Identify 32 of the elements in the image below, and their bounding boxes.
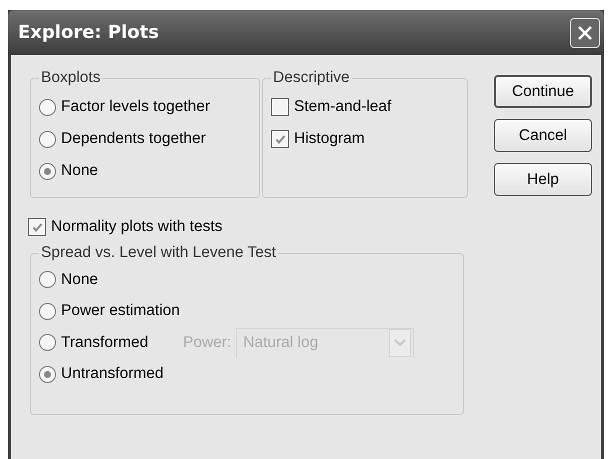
checkbox[interactable] <box>28 218 46 236</box>
radio-button[interactable] <box>39 98 56 116</box>
option-label: Stem-and-leaf <box>294 98 392 116</box>
radio-button[interactable] <box>39 162 56 180</box>
power-label: Power: <box>183 334 232 352</box>
option-label: Factor levels together <box>61 98 210 116</box>
group-label: Spread vs. Level with Levene Test <box>40 244 277 262</box>
radio-button[interactable] <box>39 130 56 148</box>
check-icon <box>274 132 286 146</box>
group-label: Boxplots <box>40 69 102 87</box>
dialog-button[interactable]: Cancel <box>494 119 592 152</box>
checkbox[interactable] <box>271 130 289 148</box>
option-label: Transformed <box>61 334 150 352</box>
radio-button[interactable] <box>39 334 56 352</box>
checkbox[interactable] <box>271 98 289 116</box>
option-label: Dependents together <box>61 130 206 148</box>
radio-button[interactable] <box>39 366 56 383</box>
option-label: Power estimation <box>61 302 180 320</box>
check-icon <box>30 220 44 234</box>
radio-button[interactable] <box>39 302 56 320</box>
close-icon <box>576 24 594 42</box>
group-label: Descriptive <box>272 69 351 87</box>
window-title: Explore: Plots <box>18 22 159 43</box>
option-label: Histogram <box>294 130 365 148</box>
option-label: Normality plots with tests <box>51 218 222 236</box>
option-label: None <box>61 270 100 289</box>
option-label: Untransformed <box>61 365 165 384</box>
dialog-button[interactable]: Continue <box>494 75 592 108</box>
close-button[interactable] <box>570 18 600 48</box>
dialog-button[interactable]: Help <box>494 163 592 196</box>
radio-button[interactable] <box>39 271 56 288</box>
option-label: None <box>61 162 98 180</box>
